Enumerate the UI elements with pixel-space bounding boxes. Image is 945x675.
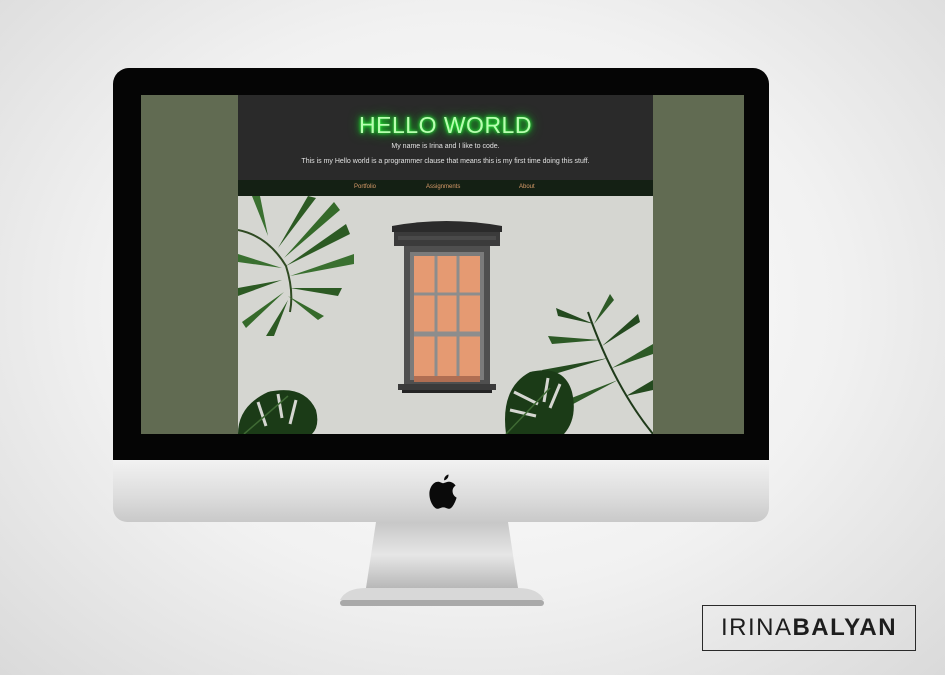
site-header: HELLO WORLD My name is Irina and I like … (238, 95, 653, 180)
window (392, 221, 502, 393)
description-text: This is my Hello world is a programmer c… (301, 158, 590, 165)
signature-first: IRINA (720, 614, 793, 641)
monstera-leaf-left (238, 390, 318, 434)
website-page: HELLO WORLD My name is Irina and I like … (238, 95, 653, 434)
monstera-leaf-right (505, 370, 574, 434)
hero-illustration (238, 196, 653, 434)
intro-text: My name is Irina and I like to code. (391, 143, 500, 150)
signature-logo: IRINABALYAN (702, 605, 916, 651)
nav-link-portfolio[interactable]: Portfolio (354, 184, 376, 190)
signature-last: BALYAN (792, 614, 898, 641)
apple-icon (429, 474, 457, 509)
nav-link-about[interactable]: About (519, 184, 535, 190)
site-nav: Portfolio Assignments About (238, 180, 653, 196)
monitor-screen: HELLO WORLD My name is Irina and I like … (141, 95, 744, 434)
imac-mockup: HELLO WORLD My name is Irina and I like … (0, 0, 945, 675)
monitor-stand (340, 522, 544, 606)
hero-image (238, 196, 653, 434)
palm-leaf-top-left (238, 196, 354, 336)
site-title: HELLO WORLD (359, 112, 532, 138)
nav-link-assignments[interactable]: Assignments (426, 184, 460, 190)
